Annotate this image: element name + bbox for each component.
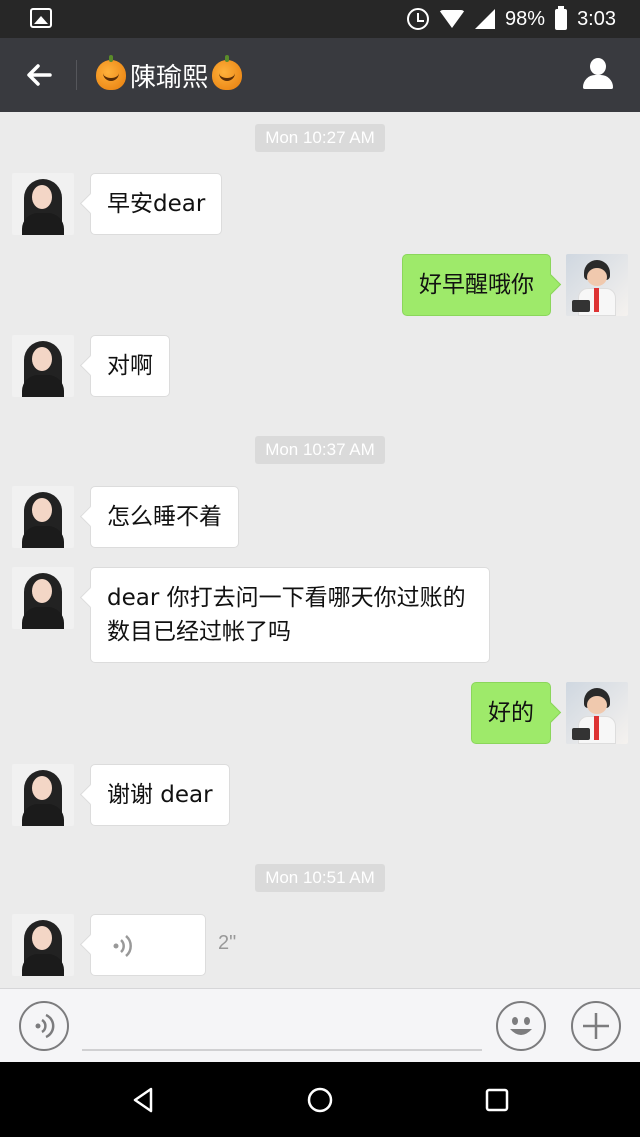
received-message[interactable]: 谢谢 dear xyxy=(90,764,230,826)
contact-name: 陳瑜熙 xyxy=(130,62,209,93)
received-message[interactable]: 对啊 xyxy=(90,335,170,397)
recents-square-icon[interactable] xyxy=(483,1086,511,1114)
avatar-shirt xyxy=(22,213,64,235)
timestamp-text: Mon 10:37 AM xyxy=(255,436,385,464)
clock: 3:03 xyxy=(577,7,616,30)
sent-message[interactable]: 好早醒哦你 xyxy=(402,254,551,316)
voice-message[interactable] xyxy=(90,914,206,976)
status-bar: 98% 3:03 xyxy=(0,0,640,38)
timestamp-text: Mon 10:51 AM xyxy=(255,864,385,892)
avatar-face xyxy=(32,185,52,209)
wifi-icon xyxy=(439,10,466,28)
contact-avatar[interactable] xyxy=(12,567,74,629)
avatar-face xyxy=(32,926,52,950)
avatar-strap xyxy=(594,288,599,312)
alarm-icon xyxy=(407,8,430,30)
sent-message[interactable]: 好的 xyxy=(471,682,551,744)
jack-o-lantern-icon xyxy=(212,55,243,90)
back-button[interactable] xyxy=(20,56,58,94)
arrow-left-icon xyxy=(27,64,52,86)
smiley-icon xyxy=(510,1017,532,1035)
contact-info-button[interactable] xyxy=(580,56,616,92)
image-notification-icon xyxy=(30,8,52,28)
avatar-face xyxy=(32,776,52,800)
my-avatar[interactable] xyxy=(566,682,628,744)
avatar-face xyxy=(587,696,607,714)
message-input[interactable] xyxy=(82,1003,482,1051)
voice-wave-icon xyxy=(113,935,132,957)
avatar-shirt xyxy=(22,804,64,826)
contact-avatar[interactable] xyxy=(12,764,74,826)
contact-avatar[interactable] xyxy=(12,173,74,235)
avatar-shirt xyxy=(22,375,64,397)
chat-header: 陳瑜熙 xyxy=(0,38,640,112)
received-message[interactable]: 早安dear xyxy=(90,173,223,235)
signal-icon xyxy=(475,9,496,29)
chat-messages[interactable]: Mon 10:27 AM 早安dear 好早醒哦你 对啊 Mon 10:37 A… xyxy=(0,112,640,988)
avatar-camera xyxy=(572,728,590,740)
battery-icon xyxy=(555,5,568,30)
avatar-shirt xyxy=(22,526,64,548)
avatar-camera xyxy=(572,300,590,312)
message-line: dear 你打去问一下看哪天你过账的 xyxy=(107,585,466,611)
contact-avatar[interactable] xyxy=(12,335,74,397)
android-nav-bar xyxy=(0,1062,640,1137)
timestamp: Mon 10:51 AM xyxy=(0,864,640,892)
contact-avatar[interactable] xyxy=(12,914,74,976)
input-bar xyxy=(0,988,640,1062)
timestamp: Mon 10:37 AM xyxy=(0,436,640,464)
status-icons: 98% 3:03 xyxy=(407,5,616,33)
received-message[interactable]: dear 你打去问一下看哪天你过账的 数目已经过帐了吗 xyxy=(90,567,490,663)
home-circle-icon[interactable] xyxy=(306,1086,334,1114)
voice-mode-button[interactable] xyxy=(19,1001,69,1051)
header-divider xyxy=(76,60,77,90)
my-avatar[interactable] xyxy=(566,254,628,316)
avatar-face xyxy=(32,498,52,522)
jack-o-lantern-icon xyxy=(96,55,126,90)
person-icon-body xyxy=(583,75,613,89)
more-button[interactable] xyxy=(571,1001,621,1051)
received-message[interactable]: 怎么睡不着 xyxy=(90,486,239,548)
avatar-strap xyxy=(594,716,599,740)
timestamp-text: Mon 10:27 AM xyxy=(255,124,385,152)
avatar-shirt xyxy=(22,607,64,629)
timestamp: Mon 10:27 AM xyxy=(0,124,640,152)
chat-title: 陳瑜熙 xyxy=(96,55,243,93)
battery-percent: 98% xyxy=(505,7,546,30)
person-icon xyxy=(590,58,606,75)
avatar-shirt xyxy=(22,954,64,976)
plus-icon xyxy=(583,1013,609,1039)
voice-duration: 2" xyxy=(218,932,237,954)
avatar-face xyxy=(32,579,52,603)
contact-avatar[interactable] xyxy=(12,486,74,548)
avatar-face xyxy=(587,268,607,286)
emoji-button[interactable] xyxy=(496,1001,546,1051)
voice-icon xyxy=(35,1013,55,1039)
back-triangle-icon[interactable] xyxy=(130,1086,158,1114)
message-line: 数目已经过帐了吗 xyxy=(107,619,291,645)
avatar-face xyxy=(32,347,52,371)
